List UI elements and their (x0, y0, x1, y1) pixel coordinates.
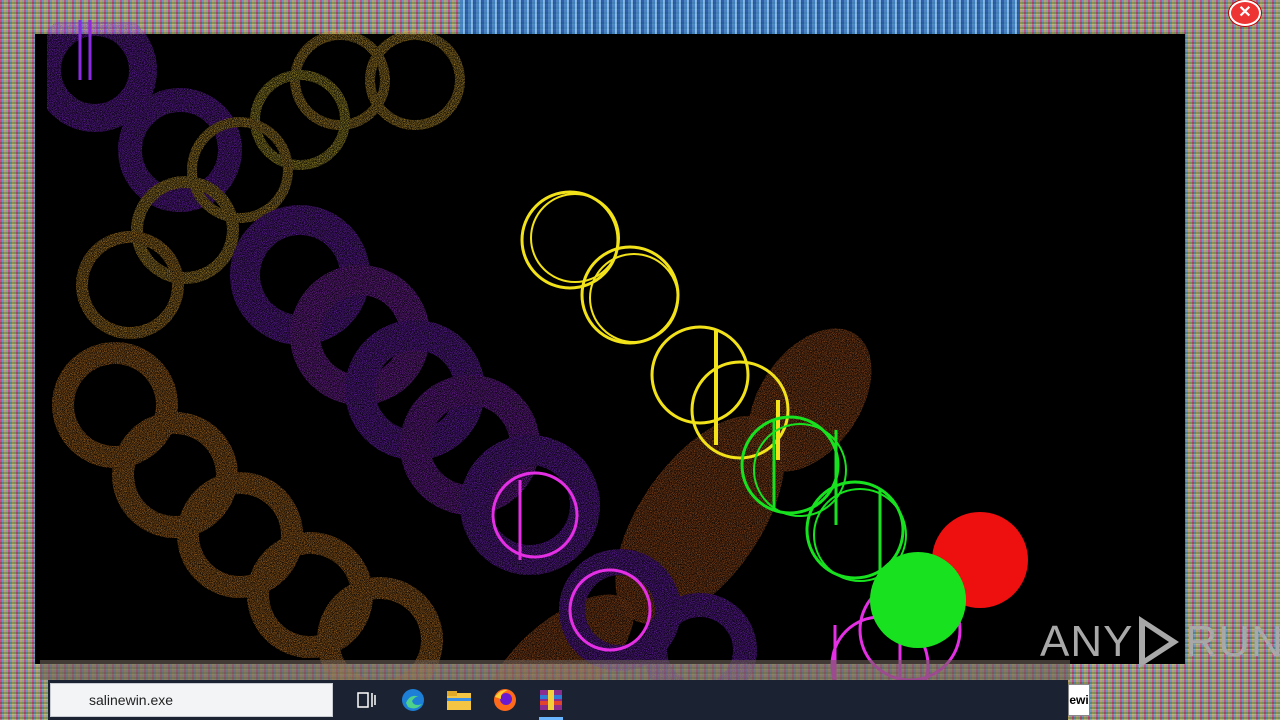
edge-icon[interactable] (393, 680, 433, 720)
gold-ring (76, 231, 184, 339)
green-filled-circle (870, 552, 966, 648)
watermark-right-text: RUN (1185, 617, 1280, 666)
search-value: salinewin.exe (89, 692, 174, 708)
file-explorer-icon[interactable] (439, 680, 479, 720)
firefox-icon[interactable] (485, 680, 525, 720)
task-view-icon[interactable] (347, 680, 387, 720)
taskbar-search-box[interactable]: salinewin.exe (50, 683, 333, 717)
purple-ring (33, 8, 157, 132)
close-icon[interactable]: ✕ (1229, 0, 1261, 26)
taskbar: salinewin.exe (48, 680, 1068, 720)
play-icon (1139, 616, 1180, 668)
orange-ring (112, 412, 238, 538)
anyrun-watermark: ANY RUN (1040, 612, 1280, 672)
watermark-left-text: ANY (1040, 617, 1134, 666)
winrar-icon[interactable] (531, 680, 571, 720)
partial-window-tab[interactable]: ewi (1068, 684, 1090, 716)
